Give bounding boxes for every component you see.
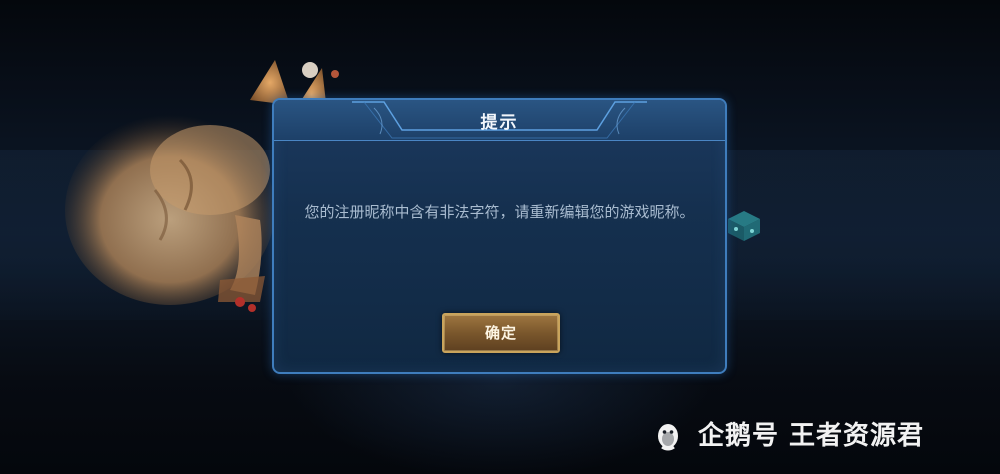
confirm-button[interactable]: 确定 — [442, 313, 560, 353]
notice-dialog: 提示 您的注册昵称中含有非法字符，请重新编辑您的游戏昵称。 确定 — [272, 98, 727, 374]
watermark-text: 企鹅号 王者资源君 — [698, 421, 925, 451]
dialog-message: 您的注册昵称中含有非法字符，请重新编辑您的游戏昵称。 — [304, 203, 695, 221]
penguin-icon — [658, 424, 678, 451]
dice-icon — [728, 211, 760, 241]
dialog-title: 提示 — [480, 113, 519, 133]
